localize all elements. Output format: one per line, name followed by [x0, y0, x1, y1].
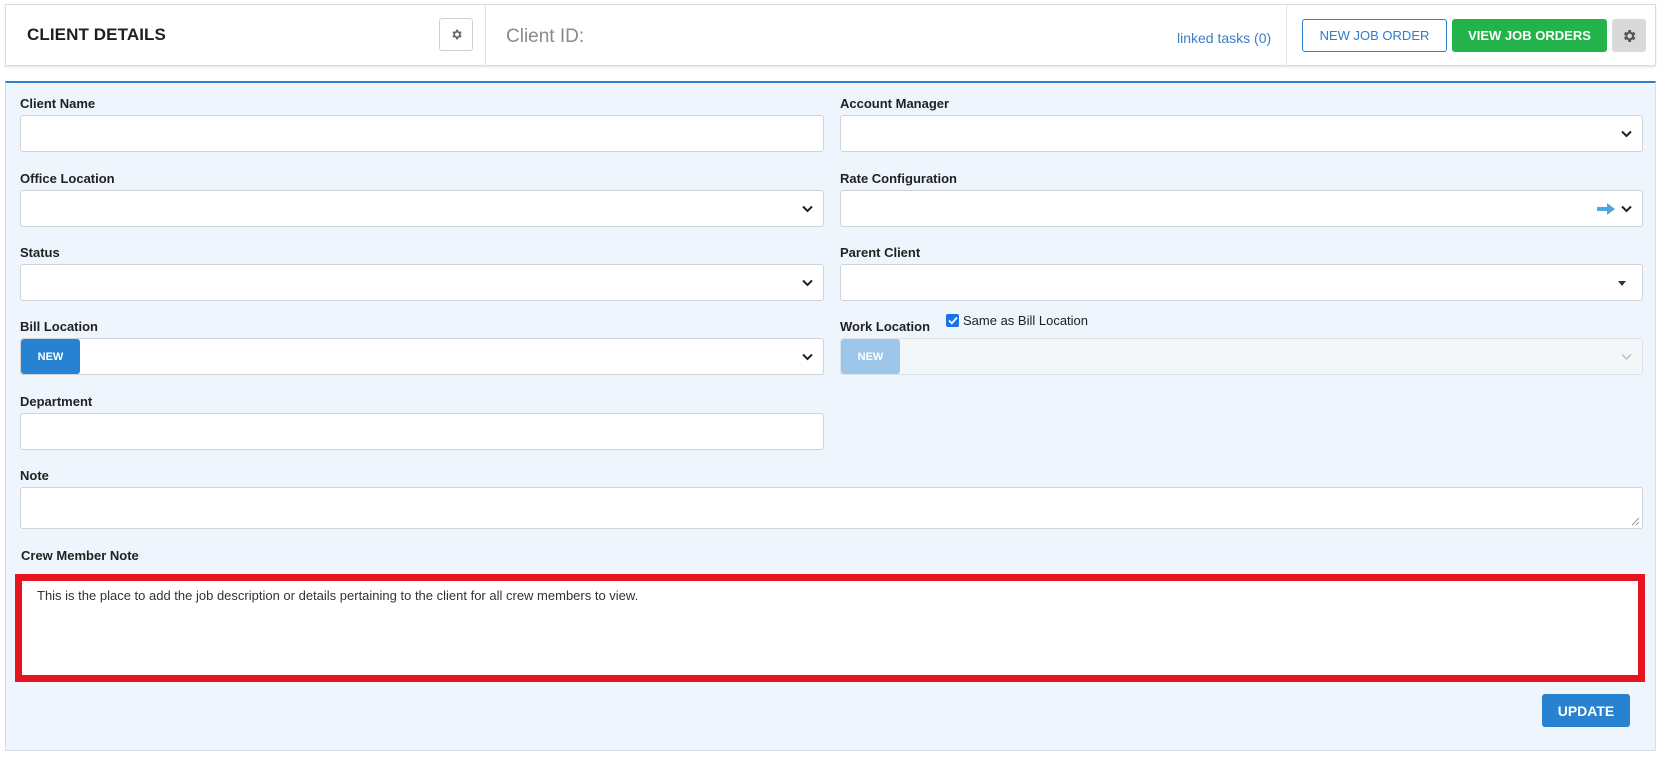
account-manager-select[interactable] — [840, 115, 1643, 152]
checkbox-checked-icon[interactable] — [946, 314, 959, 327]
client-id-label: Client ID: — [506, 26, 585, 47]
work-location-label: Work Location — [840, 319, 931, 334]
rate-configuration-select[interactable] — [840, 190, 1643, 227]
department-input[interactable] — [20, 413, 824, 450]
bill-location-label: Bill Location — [20, 319, 98, 334]
work-location-select: NEW — [840, 338, 1643, 375]
chevron-down-icon — [802, 205, 813, 213]
view-job-orders-button[interactable]: VIEW JOB ORDERS — [1452, 19, 1607, 52]
office-location-select[interactable] — [20, 190, 824, 227]
rate-configuration-label: Rate Configuration — [840, 171, 957, 186]
header-divider — [485, 5, 486, 65]
client-name-label: Client Name — [20, 96, 96, 111]
caret-down-icon — [1618, 280, 1626, 286]
note-label: Note — [20, 468, 49, 483]
gear-icon — [451, 29, 462, 40]
bill-location-select[interactable]: NEW — [20, 338, 824, 375]
page-title: CLIENT DETAILS — [27, 25, 166, 44]
crew-member-note-label: Crew Member Note — [21, 548, 139, 563]
gear-icon — [1623, 29, 1636, 42]
crew-member-note-text: This is the place to add the job descrip… — [37, 588, 639, 603]
chevron-down-icon — [1621, 353, 1632, 361]
department-label: Department — [20, 394, 93, 409]
status-select[interactable] — [20, 264, 824, 301]
work-location-new-button: NEW — [841, 339, 900, 374]
client-name-input[interactable] — [20, 115, 824, 152]
arrow-right-icon[interactable] — [1596, 202, 1616, 216]
same-as-bill-location-checkbox[interactable]: Same as Bill Location — [946, 313, 1088, 328]
note-textarea[interactable] — [20, 487, 1643, 529]
bill-location-new-button[interactable]: NEW — [21, 339, 80, 374]
title-settings-button[interactable] — [439, 18, 473, 51]
resize-grip-icon[interactable] — [1631, 517, 1640, 526]
status-label: Status — [20, 245, 60, 260]
crew-member-note-textarea[interactable]: This is the place to add the job descrip… — [15, 574, 1645, 682]
client-details-header: CLIENT DETAILS Client ID: linked tasks (… — [5, 4, 1656, 66]
parent-client-select[interactable] — [840, 264, 1643, 301]
update-button[interactable]: UPDATE — [1542, 694, 1630, 727]
chevron-down-icon — [802, 353, 813, 361]
chevron-down-icon — [802, 279, 813, 287]
parent-client-label: Parent Client — [840, 245, 921, 260]
linked-tasks-link[interactable]: linked tasks (0) — [1177, 30, 1271, 46]
account-manager-label: Account Manager — [840, 96, 950, 111]
same-as-bill-location-label: Same as Bill Location — [963, 313, 1089, 328]
client-details-form: Client Name Account Manager Office Locat… — [5, 81, 1656, 751]
chevron-down-icon — [1621, 130, 1632, 138]
header-divider — [1286, 5, 1287, 65]
new-job-order-button[interactable]: NEW JOB ORDER — [1302, 19, 1447, 52]
header-settings-button[interactable] — [1612, 19, 1646, 52]
office-location-label: Office Location — [20, 171, 115, 186]
chevron-down-icon — [1621, 205, 1632, 213]
